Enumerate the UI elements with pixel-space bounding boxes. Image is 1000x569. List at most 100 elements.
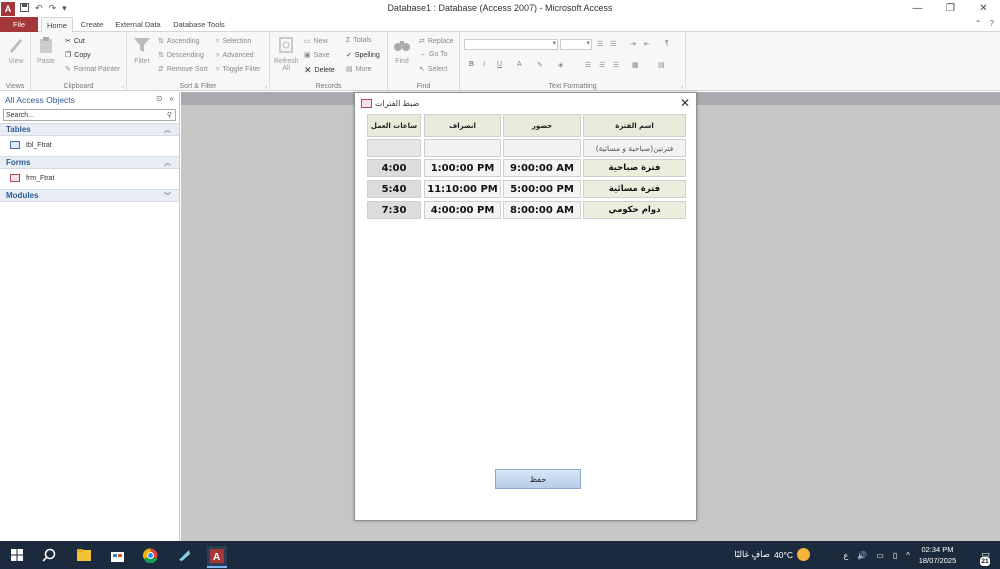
tab-create[interactable]: Create [77,17,107,32]
row2-leave-cell[interactable]: 11:10:00 PM [424,180,501,198]
access-taskbar-icon[interactable]: A [207,546,227,568]
file-explorer-icon[interactable] [75,546,93,564]
nav-item-frm-ftrat[interactable]: frm_Ftrat [0,169,179,187]
notes-app-icon[interactable] [175,546,193,564]
selection-button[interactable]: ▿ Selection [216,37,251,46]
filter-button[interactable]: Filter [133,36,151,65]
align-left-icon[interactable]: ☰ [585,61,591,69]
tab-external-data[interactable]: External Data [112,17,164,32]
placeholder-attend-cell[interactable] [503,139,581,157]
search-icon[interactable] [40,546,58,564]
align-center-icon[interactable]: ☰ [599,61,605,69]
ascending-button[interactable]: ⇅ Ascending [158,37,200,46]
placeholder-period-cell[interactable]: فترتين(صباحية و مسائية) [583,139,686,157]
cut-button[interactable]: ✂ Cut [65,37,85,46]
toggle-filter-button[interactable]: ▿ Toggle Filter [216,65,261,74]
row3-period-cell[interactable]: دوام حكومي [583,201,686,219]
tab-file[interactable]: File [0,17,38,32]
windows-start-icon[interactable] [8,546,26,564]
rtl-icon[interactable]: ¶ [665,40,669,47]
clipboard-launcher-icon[interactable]: ⌟ [121,82,124,89]
volume-icon[interactable]: 🔊 [857,551,867,560]
paste-button[interactable]: Paste [37,36,55,65]
align-right-icon[interactable]: ☰ [613,61,619,69]
gridlines-icon[interactable]: ▦ [632,61,639,69]
weather-widget[interactable]: صافٍ غالبًا 40°C [734,548,810,561]
font-size-combo[interactable] [560,39,592,50]
new-record-button[interactable]: ▭ New [304,37,328,46]
italic-button[interactable]: I [483,61,485,68]
nav-search-input[interactable]: Search... ⚲ [3,109,176,121]
row2-hours-cell[interactable]: 5:40 [367,180,421,198]
save-button[interactable]: حفظ [495,469,581,489]
font-color-button[interactable]: A [517,61,522,68]
save-record-button[interactable]: ▣ Save [304,51,330,60]
placeholder-hours-cell[interactable] [367,139,421,157]
minimize-button[interactable]: — [901,0,934,17]
restore-button[interactable]: ❐ [934,0,967,17]
spelling-button[interactable]: ✓ Spelling [346,51,380,60]
row1-leave-cell[interactable]: 1:00:00 PM [424,159,501,177]
popup-close-button[interactable]: ✕ [680,96,690,110]
access-app-icon[interactable]: A [1,1,15,16]
placeholder-leave-cell[interactable] [424,139,501,157]
bullets-icon[interactable]: ☰ [597,40,603,48]
highlight-icon[interactable]: ✎ [537,61,543,69]
row1-period-cell[interactable]: فترة صباحية [583,159,686,177]
copy-button[interactable]: ❐ Copy [65,51,91,60]
nav-menu-icon[interactable]: ⊙ [156,94,163,103]
numbering-icon[interactable]: ☰ [610,40,616,48]
remove-sort-button[interactable]: ⇵ Remove Sort [158,65,208,74]
nav-item-tbl-ftrat[interactable]: tbl_Ftrat [0,136,179,154]
help-icon[interactable]: ? [990,19,994,28]
indent-increase-icon[interactable]: ⇥ [630,40,636,48]
chrome-icon[interactable] [141,546,159,564]
descending-button[interactable]: ⇅ Descending [158,51,204,60]
customize-qat-icon[interactable]: ▾ [62,3,67,14]
row1-attend-cell[interactable]: 9:00:00 AM [503,159,581,177]
search-icon[interactable]: ⚲ [167,111,172,119]
network-icon[interactable]: ▭ [876,551,884,560]
totals-button[interactable]: Σ Totals [346,37,372,44]
nav-group-forms[interactable]: Forms ︽ [0,156,179,169]
sort-filter-launcher-icon[interactable]: ⌟ [264,82,267,89]
nav-pane-header[interactable]: All Access Objects ⊙ « [0,92,179,108]
row3-hours-cell[interactable]: 7:30 [367,201,421,219]
replace-button[interactable]: ⇄ Replace [419,37,454,46]
shutter-bar-close-icon[interactable]: « [170,94,174,103]
goto-button[interactable]: → Go To [419,51,448,58]
tab-database-tools[interactable]: Database Tools [169,17,229,32]
store-icon[interactable] [108,546,126,564]
redo-icon[interactable]: ↷ [49,3,57,14]
row3-attend-cell[interactable]: 8:00:00 AM [503,201,581,219]
find-button[interactable]: Find [393,36,411,65]
format-painter-button[interactable]: ✎ Format Painter [65,65,120,74]
select-button[interactable]: ↖ Select [419,65,447,74]
clock[interactable]: 02:34 PM 18/07/2025 [915,544,960,566]
row3-leave-cell[interactable]: 4:00:00 PM [424,201,501,219]
ribbon-collapse-icon[interactable]: ⌃ [975,19,982,28]
view-button[interactable]: View [7,36,25,65]
battery-icon[interactable]: ▯ [893,551,897,560]
close-window-button[interactable]: ✕ [967,0,1000,17]
advanced-button[interactable]: ▿ Advanced [216,51,254,60]
refresh-all-button[interactable]: Refresh All [274,36,299,72]
nav-group-modules[interactable]: Modules ︾ [0,189,179,202]
underline-button[interactable]: U [497,61,502,68]
lang-indicator[interactable]: ع [844,551,849,560]
undo-icon[interactable]: ↶ [35,3,43,14]
delete-record-button[interactable]: ✕ Delete [304,65,335,76]
row2-attend-cell[interactable]: 5:00:00 PM [503,180,581,198]
font-name-combo[interactable] [464,39,558,50]
row1-hours-cell[interactable]: 4:00 [367,159,421,177]
nav-group-tables[interactable]: Tables ︽ [0,123,179,136]
indent-decrease-icon[interactable]: ⇤ [644,40,650,48]
alternate-row-icon[interactable]: ▤ [658,61,665,69]
row2-period-cell[interactable]: فترة مسائية [583,180,686,198]
tab-home[interactable]: Home [41,17,73,33]
text-formatting-launcher-icon[interactable]: ⌟ [680,82,683,89]
save-icon[interactable] [20,3,29,14]
tray-chevron-icon[interactable]: ^ [906,551,910,560]
bold-button[interactable]: B [469,61,474,68]
fill-color-icon[interactable]: ◈ [558,61,563,69]
